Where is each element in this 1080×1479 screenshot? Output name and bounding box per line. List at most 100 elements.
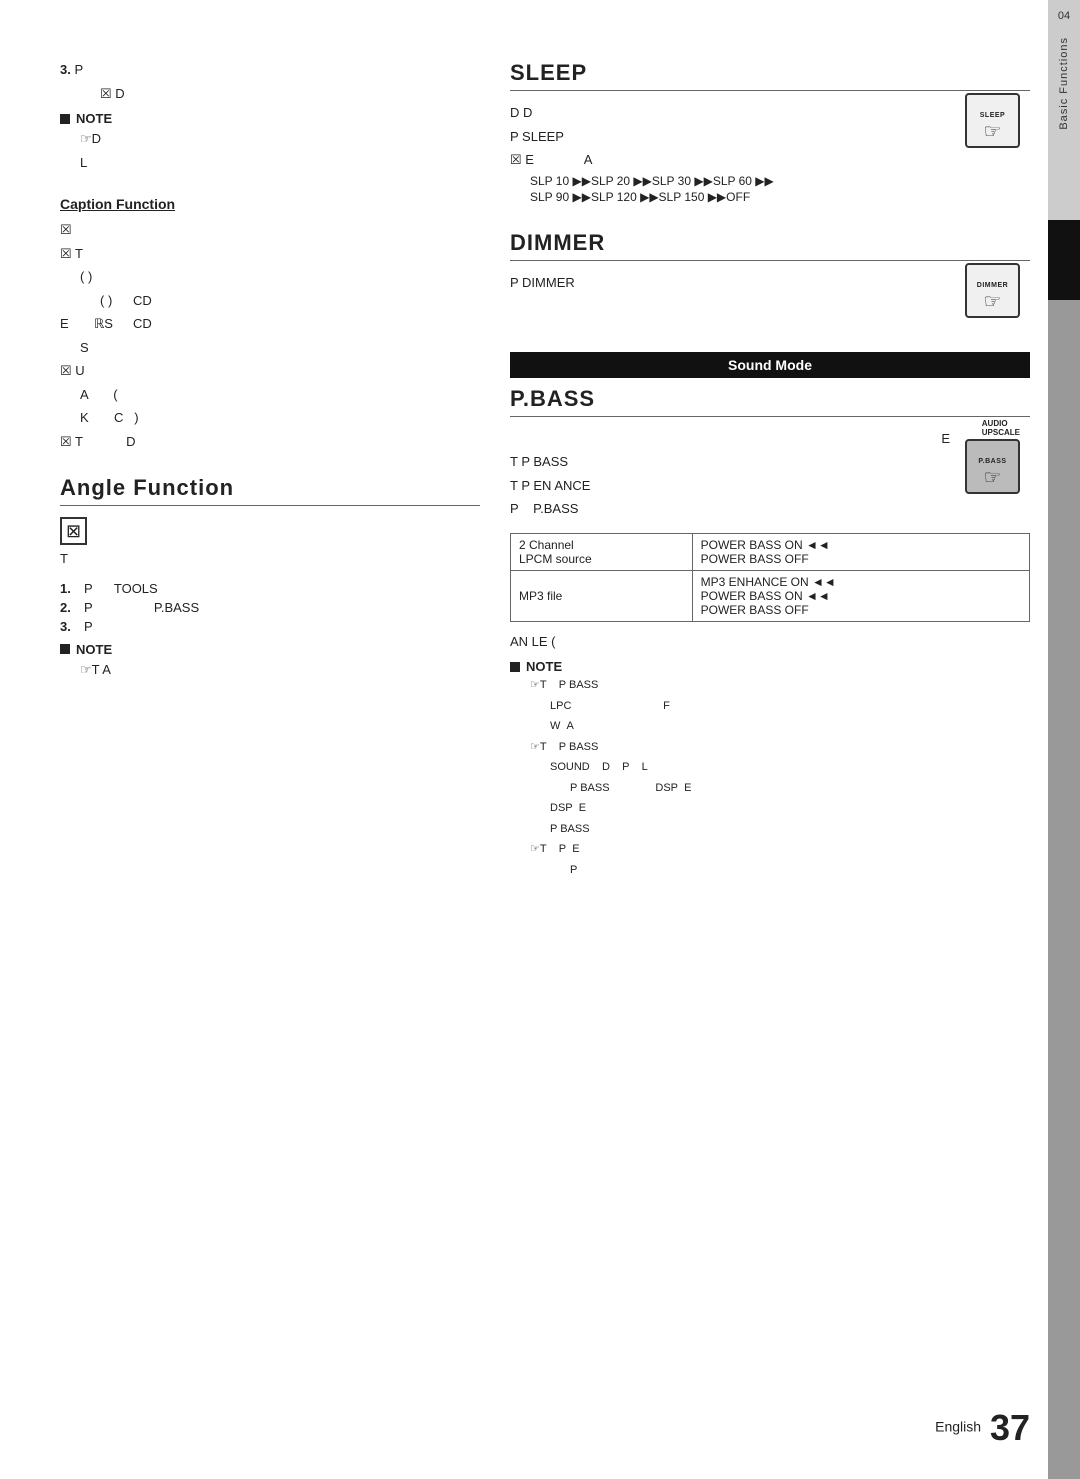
dimmer-content: DIMMER ☞ P DIMMER bbox=[510, 273, 1030, 328]
note-block-1: NOTE ☞D L bbox=[60, 111, 480, 172]
pbass-table-cell-right-1: POWER BASS ON ◄◄ POWER BASS OFF bbox=[692, 533, 1029, 570]
pbass-hand-icon: ☞ bbox=[984, 465, 1002, 490]
caption-checkbox-t: ☒ T bbox=[60, 244, 480, 264]
dimmer-p: P DIMMER bbox=[510, 273, 1030, 293]
pbass-note-line-7: P BASS bbox=[550, 821, 1030, 838]
note-header-1: NOTE bbox=[60, 111, 480, 126]
dimmer-section: DIMMER DIMMER ☞ P DIMMER bbox=[510, 230, 1030, 328]
dimmer-title: DIMMER bbox=[510, 230, 1030, 261]
angle-note-label: NOTE bbox=[76, 642, 112, 657]
pbass-note-line-1: LPC F bbox=[550, 698, 1030, 715]
page-container: 04 Basic Functions 3. P ☒ D NOTE bbox=[0, 0, 1080, 1479]
slp-line-1: SLP 10 ▶▶SLP 20 ▶▶SLP 30 ▶▶SLP 60 ▶▶ bbox=[530, 174, 1030, 188]
note-square-icon bbox=[60, 114, 70, 124]
caption-s: S bbox=[80, 338, 113, 358]
side-tab-gray bbox=[1048, 300, 1080, 1479]
pbass-note-lines: ☞T P BASS LPC F W A ☞T P BASS bbox=[530, 677, 1030, 878]
dimmer-button-container: DIMMER ☞ bbox=[965, 263, 1020, 318]
sleep-d-d: D D bbox=[510, 103, 1030, 123]
angle-step3-num: 3. bbox=[60, 619, 78, 634]
angle-icon-row: ⊠ T bbox=[60, 518, 480, 573]
pbass-note-line-4: SOUND D P L bbox=[550, 759, 1030, 776]
caption-checkbox-u: ☒ U bbox=[60, 361, 480, 381]
page-footer: English 37 bbox=[935, 1407, 1030, 1449]
sleep-checkbox-e: ☒ E A bbox=[510, 150, 1030, 170]
pbass-p-pbass: P P.BASS bbox=[510, 499, 1030, 519]
side-tab-top: 04 Basic Functions bbox=[1048, 0, 1080, 220]
pbass-note-line-5: P BASS DSP E bbox=[570, 780, 1030, 797]
sleep-content: SLEEP ☞ D D P SLEEP ☒ E A SLP 10 ▶▶SLP 2… bbox=[510, 103, 1030, 206]
angle-note-square-icon bbox=[60, 644, 70, 654]
angle-note-line: ☞T A bbox=[80, 660, 480, 680]
pbass-e: E bbox=[510, 429, 1030, 449]
dimmer-remote-button: DIMMER ☞ bbox=[965, 263, 1020, 318]
dimmer-hand-icon: ☞ bbox=[984, 289, 1002, 314]
angle-step2-num: 2. bbox=[60, 600, 78, 615]
slp-line-2: SLP 90 ▶▶SLP 120 ▶▶SLP 150 ▶▶OFF bbox=[530, 190, 1030, 204]
dimmer-btn-label: DIMMER bbox=[977, 282, 1008, 289]
pbass-title: P.BASS bbox=[510, 386, 1030, 417]
sleep-p-sleep: P SLEEP bbox=[510, 127, 1030, 147]
sleep-button-container: SLEEP ☞ bbox=[965, 93, 1020, 148]
pbass-t-p-en-ance: T P EN ANCE bbox=[510, 476, 1030, 496]
sleep-section: SLEEP SLEEP ☞ D D P SLEEP ☒ E bbox=[510, 60, 1030, 206]
sleep-title: SLEEP bbox=[510, 60, 1030, 91]
angle-box-icon: ⊠ bbox=[60, 517, 87, 545]
angle-step3-text: P bbox=[84, 619, 93, 634]
audio-upscale-label: AUDIOUPSCALE bbox=[982, 419, 1020, 437]
caption-parens1: ( ) bbox=[80, 267, 480, 287]
caption-checkbox: ☒ bbox=[60, 220, 480, 240]
side-tab-accent bbox=[1048, 220, 1080, 300]
angle-step1-text: P TOOLS bbox=[84, 581, 158, 596]
pbass-note-line-0: ☞T P BASS bbox=[530, 677, 1030, 694]
angle-note: NOTE ☞T A bbox=[60, 642, 480, 680]
angle-function-title: Angle Function bbox=[60, 475, 480, 506]
sound-mode-bar: Sound Mode bbox=[510, 352, 1030, 378]
right-column: SLEEP SLEEP ☞ D D P SLEEP ☒ E bbox=[510, 60, 1030, 1439]
caption-cd1: CD bbox=[133, 291, 152, 311]
caption-checkbox-t2: ☒ T D bbox=[60, 432, 480, 452]
angle-function-block: Angle Function ⊠ T 1. P TOOLS bbox=[60, 475, 480, 679]
sleep-remote-button: SLEEP ☞ bbox=[965, 93, 1020, 148]
sleep-hand-icon: ☞ bbox=[984, 119, 1002, 144]
page-number: 37 bbox=[990, 1407, 1030, 1448]
pbass-button-container: AUDIOUPSCALE P.BASS ☞ bbox=[965, 419, 1020, 494]
pbass-content: AUDIOUPSCALE P.BASS ☞ E T P BASS T P EN … bbox=[510, 429, 1030, 523]
caption-parens2: ( ) bbox=[100, 291, 113, 311]
step3-label: 3. P bbox=[60, 60, 480, 80]
pbass-t-p-bass: T P BASS bbox=[510, 452, 1030, 472]
pbass-an-le: AN LE ( bbox=[510, 632, 1030, 652]
pbass-remote-button: P.BASS ☞ bbox=[965, 439, 1020, 494]
angle-icon-sym: ⊠ bbox=[60, 518, 87, 545]
pbass-note-line-9: P bbox=[570, 862, 1030, 879]
left-column: 3. P ☒ D NOTE ☞D L Caption Function ☒ ☒ bbox=[60, 60, 480, 1439]
note-label-1: NOTE bbox=[76, 111, 112, 126]
pbass-note-line-3: ☞T P BASS bbox=[530, 739, 1030, 756]
caption-kc: K C ) bbox=[80, 408, 480, 428]
note-line2: L bbox=[80, 153, 480, 173]
pbass-note: NOTE ☞T P BASS LPC F W A bbox=[510, 659, 1030, 878]
step3-d: ☒ D bbox=[100, 84, 480, 104]
pbass-note-label: NOTE bbox=[526, 659, 562, 674]
pbass-note-header: NOTE bbox=[510, 659, 1030, 674]
angle-t: T bbox=[60, 549, 87, 569]
language-label: English bbox=[935, 1419, 981, 1435]
pbass-section: P.BASS AUDIOUPSCALE P.BASS ☞ E bbox=[510, 386, 1030, 879]
angle-step1-num: 1. bbox=[60, 581, 78, 596]
angle-note-header: NOTE bbox=[60, 642, 480, 657]
angle-step3: 3. P bbox=[60, 619, 480, 634]
pbass-table-cell-left-2: MP3 file bbox=[511, 570, 693, 621]
angle-step2: 2. P P.BASS bbox=[60, 600, 480, 615]
caption-row1: ( ) E ℝS S CD CD bbox=[60, 291, 480, 362]
step3-block: 3. P ☒ D NOTE ☞D L bbox=[60, 60, 480, 172]
angle-step1: 1. P TOOLS bbox=[60, 581, 480, 596]
caption-function-block: Caption Function ☒ ☒ T ( ) ( ) E ℝS S bbox=[60, 196, 480, 451]
pbass-table: 2 Channel LPCM source POWER BASS ON ◄◄ P… bbox=[510, 533, 1030, 622]
pbass-note-line-6: DSP E bbox=[550, 800, 1030, 817]
pbass-note-square-icon bbox=[510, 662, 520, 672]
pbass-note-line-8: ☞T P E bbox=[530, 841, 1030, 858]
caption-function-title: Caption Function bbox=[60, 196, 480, 212]
pbass-table-cell-right-2: MP3 ENHANCE ON ◄◄ POWER BASS ON ◄◄ POWER… bbox=[692, 570, 1029, 621]
person-sound-icon: P.BASS bbox=[154, 600, 199, 615]
pbass-btn-label: P.BASS bbox=[978, 458, 1006, 465]
